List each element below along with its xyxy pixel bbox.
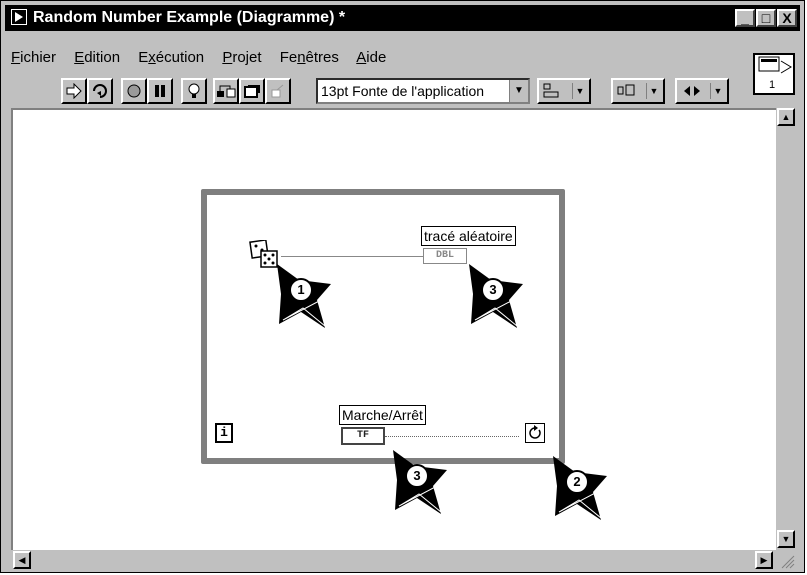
- menu-bar: Fichier Edition Exécution Projet Fenêtre…: [11, 49, 400, 69]
- maximize-icon: □: [761, 10, 771, 26]
- vi-icon[interactable]: 1: [753, 53, 795, 95]
- close-button[interactable]: X: [777, 9, 797, 27]
- reorder-dropdown[interactable]: ▼: [675, 78, 729, 104]
- lightbulb-icon: [188, 83, 200, 98]
- stop-button-label[interactable]: Marche/Arrêt: [339, 405, 426, 425]
- abort-button[interactable]: [121, 78, 147, 104]
- resize-grip-icon: [781, 555, 795, 569]
- callout-number: 2: [565, 470, 589, 494]
- step-into-icon: [217, 85, 236, 98]
- resize-grip[interactable]: [776, 550, 796, 570]
- scroll-right-button[interactable]: ▶: [755, 551, 773, 569]
- callout-number: 3: [405, 464, 429, 488]
- chevron-down-icon: ▼: [509, 80, 528, 102]
- block-diagram-canvas[interactable]: i tracé aléatoire DBL Marche/Arrêt TF 1 …: [11, 108, 776, 550]
- run-arrow-icon: [66, 83, 82, 99]
- labview-diagram-icon: [11, 9, 27, 25]
- callout-3-top: 3: [469, 264, 525, 332]
- callout-2: 2: [553, 456, 609, 524]
- conditional-terminal[interactable]: [525, 423, 545, 443]
- minimize-icon: _: [741, 10, 749, 26]
- scroll-down-button[interactable]: ▼: [777, 530, 795, 548]
- chevron-down-icon: ▼: [710, 83, 725, 99]
- menu-execution[interactable]: Exécution: [138, 49, 204, 66]
- step-out-button[interactable]: [265, 78, 291, 104]
- arrow-down-icon: ▼: [781, 534, 791, 544]
- run-continuously-button[interactable]: [87, 78, 113, 104]
- menu-edition[interactable]: Edition: [74, 49, 120, 66]
- font-select[interactable]: 13pt Fonte de l'application ▼: [316, 78, 530, 104]
- arrow-up-icon: ▲: [781, 112, 791, 122]
- close-icon: X: [782, 10, 792, 26]
- vi-icon-number: 1: [769, 79, 776, 91]
- scroll-left-button[interactable]: ◀: [13, 551, 31, 569]
- pause-icon: [155, 85, 165, 97]
- pause-button[interactable]: [147, 78, 173, 104]
- distribute-objects-dropdown[interactable]: ▼: [611, 78, 665, 104]
- scroll-up-button[interactable]: ▲: [777, 108, 795, 126]
- arrow-right-icon: ▶: [760, 555, 768, 565]
- random-plot-label[interactable]: tracé aléatoire: [421, 226, 516, 246]
- callout-1: 1: [277, 264, 333, 332]
- run-continuously-icon: [93, 84, 107, 98]
- minimize-button[interactable]: _: [735, 9, 755, 27]
- menu-projet[interactable]: Projet: [222, 49, 261, 66]
- callout-3-bottom: 3: [393, 450, 449, 518]
- menu-fenetres[interactable]: Fenêtres: [280, 49, 339, 66]
- callout-number: 1: [289, 278, 313, 302]
- step-out-icon: [271, 84, 284, 98]
- step-over-icon: [244, 85, 260, 98]
- reorder-icon: [684, 86, 700, 96]
- vertical-scrollbar[interactable]: ▲ ▼: [776, 108, 796, 550]
- align-objects-dropdown[interactable]: ▼: [537, 78, 591, 104]
- menu-aide[interactable]: Aide: [356, 49, 386, 66]
- horizontal-scrollbar[interactable]: ◀ ▶: [11, 550, 776, 570]
- stop-button-terminal[interactable]: TF: [341, 427, 385, 445]
- menu-fichier[interactable]: Fichier: [11, 49, 56, 66]
- vi-window: Random Number Example (Diagramme) * _ □ …: [0, 0, 805, 573]
- abort-icon: [127, 84, 141, 98]
- numeric-wire[interactable]: [281, 256, 423, 257]
- arrow-left-icon: ◀: [18, 555, 26, 565]
- window-title: Random Number Example (Diagramme) *: [33, 9, 346, 26]
- iteration-terminal[interactable]: i: [215, 423, 233, 443]
- step-over-button[interactable]: [239, 78, 265, 104]
- boolean-wire[interactable]: [385, 436, 519, 437]
- stop-if-true-icon: [529, 425, 541, 439]
- align-objects-icon: [543, 83, 559, 98]
- random-plot-terminal[interactable]: DBL: [423, 248, 467, 264]
- chevron-down-icon: ▼: [572, 83, 587, 99]
- run-button[interactable]: [61, 78, 87, 104]
- distribute-objects-icon: [617, 84, 635, 96]
- maximize-button[interactable]: □: [756, 9, 776, 27]
- chevron-down-icon: ▼: [646, 83, 661, 99]
- step-into-button[interactable]: [213, 78, 239, 104]
- title-bar[interactable]: Random Number Example (Diagramme) * _ □ …: [5, 5, 800, 31]
- callout-number: 3: [481, 278, 505, 302]
- font-select-value: 13pt Fonte de l'application: [321, 83, 485, 99]
- highlight-execution-button[interactable]: [181, 78, 207, 104]
